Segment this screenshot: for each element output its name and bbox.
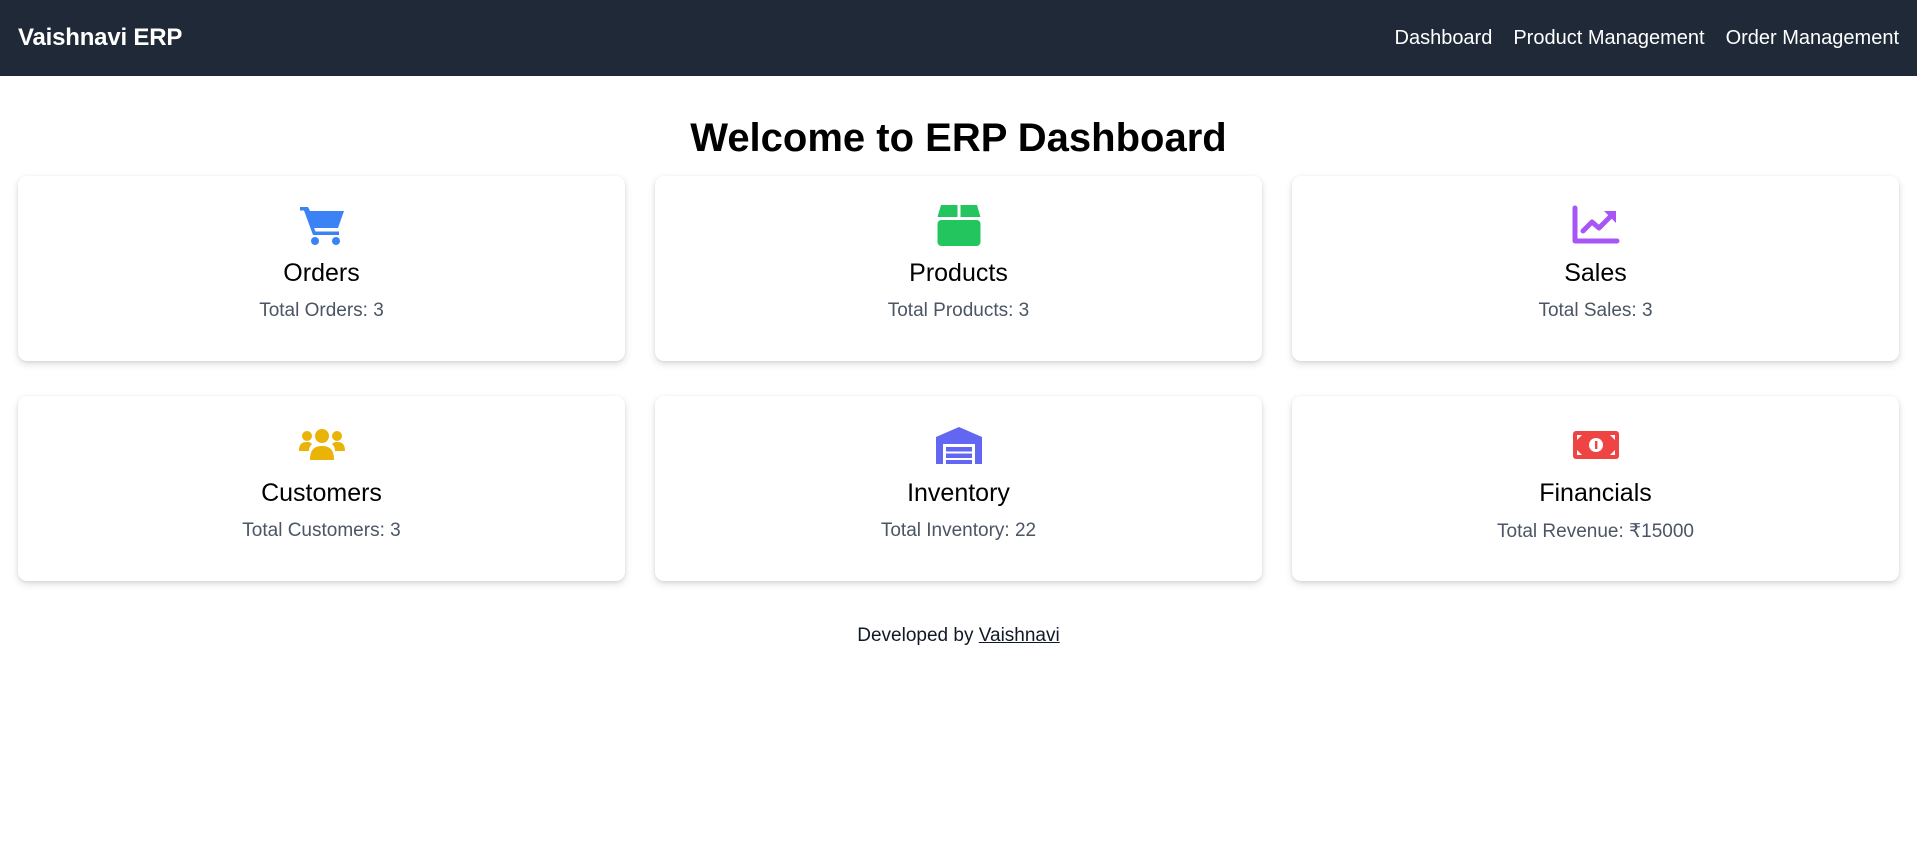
card-stat: Total Customers: 3 <box>242 520 401 541</box>
card-customers[interactable]: Customers Total Customers: 3 <box>18 396 625 581</box>
nav-link-product-management[interactable]: Product Management <box>1513 27 1704 50</box>
chart-line-icon <box>1572 203 1620 247</box>
card-stat: Total Products: 3 <box>887 300 1030 321</box>
card-title: Products <box>909 259 1008 287</box>
card-title: Financials <box>1539 479 1652 507</box>
footer: Developed by Vaishnavi <box>0 625 1917 647</box>
money-bill-icon <box>1572 423 1620 467</box>
card-sales[interactable]: Sales Total Sales: 3 <box>1292 176 1899 361</box>
card-title: Orders <box>283 259 360 287</box>
nav-link-order-management[interactable]: Order Management <box>1726 27 1899 50</box>
footer-author-link[interactable]: Vaishnavi <box>979 625 1060 646</box>
card-stat: Total Orders: 3 <box>259 300 384 321</box>
card-inventory[interactable]: Inventory Total Inventory: 22 <box>655 396 1262 581</box>
card-title: Sales <box>1564 259 1627 287</box>
nav-link-dashboard[interactable]: Dashboard <box>1395 27 1493 50</box>
card-stat: Total Revenue: ₹15000 <box>1497 521 1694 542</box>
shopping-cart-icon <box>298 203 346 247</box>
footer-prefix: Developed by <box>857 625 974 646</box>
dashboard-card-grid: Orders Total Orders: 3 Products Total Pr… <box>0 176 1917 581</box>
card-financials[interactable]: Financials Total Revenue: ₹15000 <box>1292 396 1899 581</box>
card-stat: Total Inventory: 22 <box>880 520 1037 541</box>
nav-links: Dashboard Product Management Order Manag… <box>1395 27 1900 50</box>
card-products[interactable]: Products Total Products: 3 <box>655 176 1262 361</box>
card-orders[interactable]: Orders Total Orders: 3 <box>18 176 625 361</box>
box-icon <box>935 203 983 247</box>
brand-logo[interactable]: Vaishnavi ERP <box>18 24 182 52</box>
card-title: Inventory <box>907 479 1010 507</box>
warehouse-icon <box>935 423 983 467</box>
page-title: Welcome to ERP Dashboard <box>690 116 1227 160</box>
users-icon <box>298 423 346 467</box>
top-navbar: Vaishnavi ERP Dashboard Product Manageme… <box>0 0 1917 76</box>
card-stat: Total Sales: 3 <box>1538 300 1653 321</box>
card-title: Customers <box>261 479 382 507</box>
